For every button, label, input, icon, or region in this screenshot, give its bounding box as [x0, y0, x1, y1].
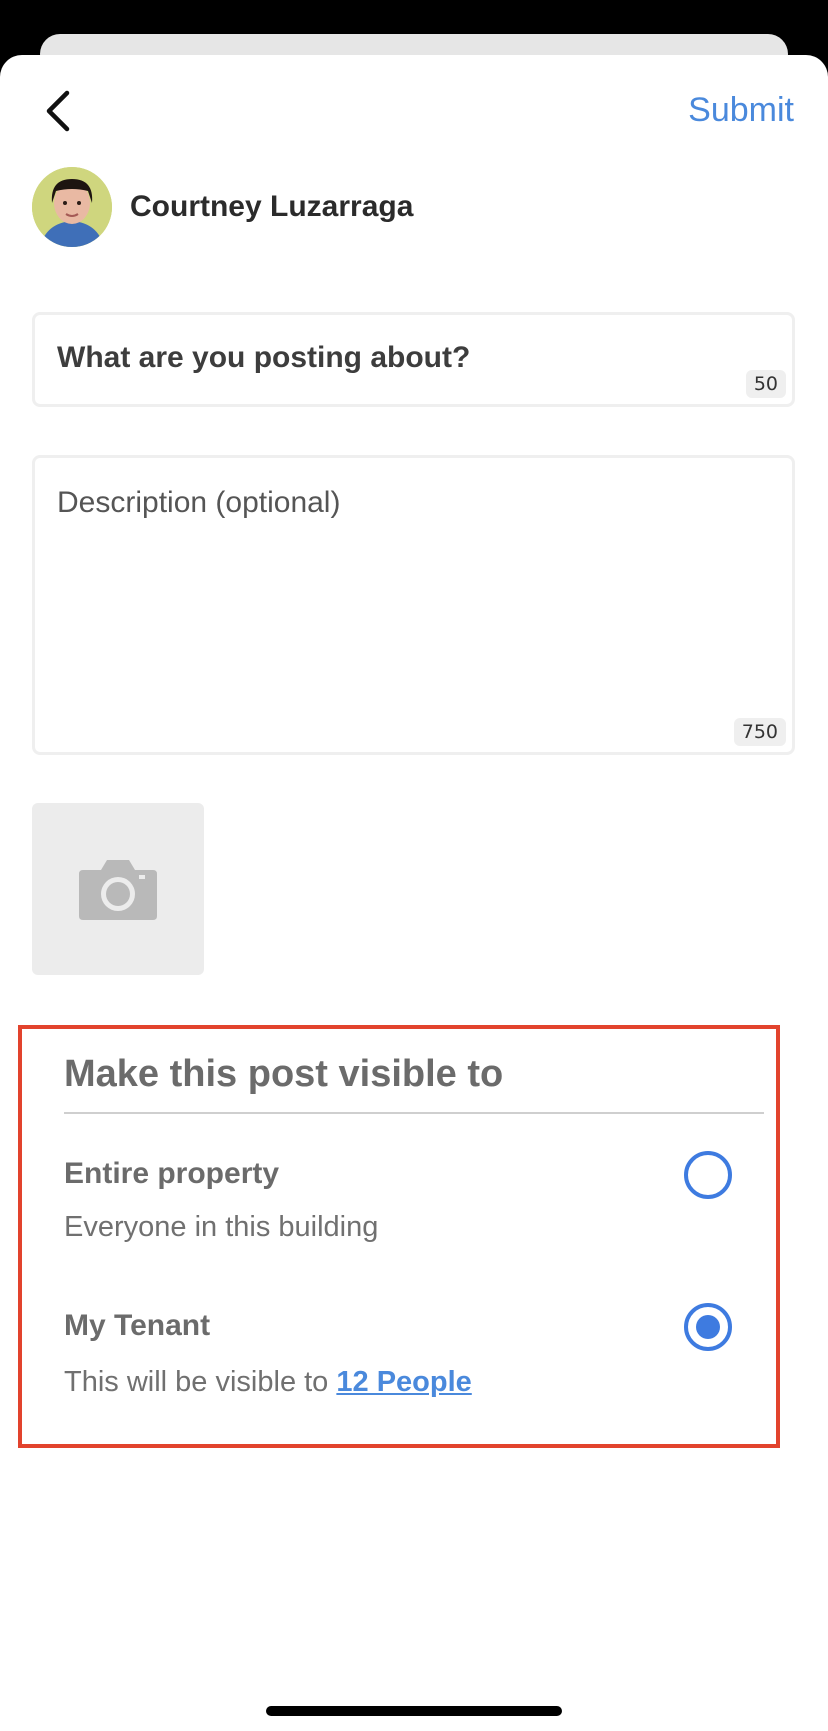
- title-char-counter: 50: [745, 370, 786, 398]
- option-entire-property-title: Entire property: [64, 1157, 280, 1190]
- option-my-tenant-subtitle: This will be visible to 12 People: [64, 1366, 472, 1399]
- home-indicator: [266, 1706, 562, 1716]
- description-placeholder: Description (optional): [57, 486, 341, 519]
- divider: [64, 1112, 764, 1114]
- radio-entire-property[interactable]: [684, 1151, 732, 1199]
- submit-button[interactable]: Submit: [688, 91, 794, 130]
- create-post-sheet: Submit Courtney Luzarraga What are you p…: [0, 55, 828, 1731]
- back-button[interactable]: [38, 85, 78, 137]
- chevron-left-icon: [46, 90, 70, 132]
- post-title-input[interactable]: What are you posting about? 50: [32, 312, 795, 407]
- people-count-link[interactable]: 12 People: [336, 1366, 471, 1398]
- author-row: Courtney Luzarraga: [32, 167, 413, 247]
- radio-selected-dot: [696, 1315, 720, 1339]
- description-char-counter: 750: [733, 718, 786, 746]
- author-name: Courtney Luzarraga: [130, 190, 414, 223]
- visibility-count-prefix: This will be visible to: [64, 1366, 337, 1398]
- description-input[interactable]: Description (optional) 750: [32, 455, 795, 755]
- visibility-section: Make this post visible to Entire propert…: [18, 1025, 780, 1448]
- camera-icon: [79, 860, 157, 920]
- radio-my-tenant[interactable]: [684, 1303, 732, 1351]
- post-title-placeholder: What are you posting about?: [57, 341, 471, 374]
- option-my-tenant-title: My Tenant: [64, 1309, 211, 1342]
- visibility-heading: Make this post visible to: [64, 1053, 504, 1095]
- avatar: [32, 167, 112, 247]
- option-entire-property-subtitle: Everyone in this building: [64, 1211, 379, 1243]
- add-photo-button[interactable]: [32, 803, 204, 975]
